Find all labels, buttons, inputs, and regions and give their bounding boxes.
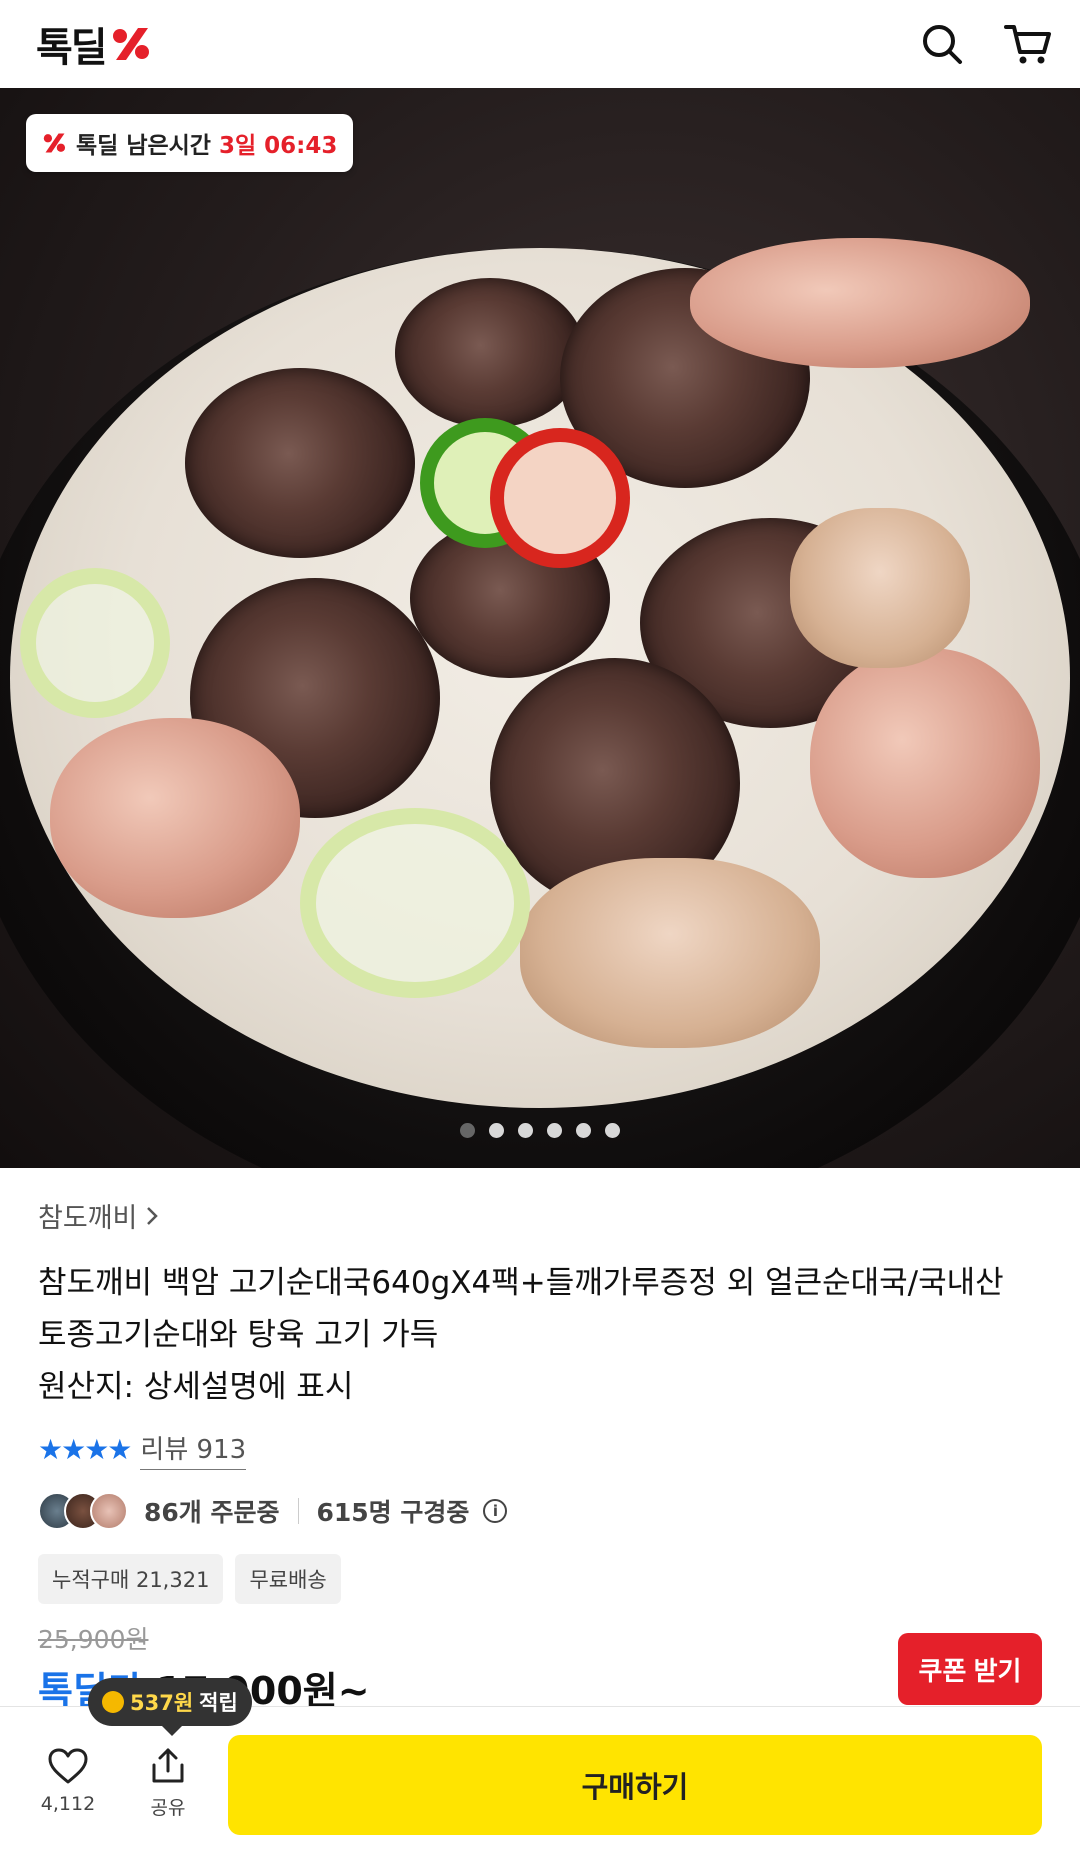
points-tooltip: 537원 적립 — [88, 1678, 252, 1736]
cart-icon[interactable] — [1004, 20, 1052, 68]
carousel-dot[interactable] — [460, 1123, 475, 1138]
buy-button[interactable]: 구매하기 — [228, 1735, 1042, 1835]
tripe-piece — [690, 238, 1030, 368]
logo-percent-icon — [112, 28, 149, 60]
points-amount: 537원 — [130, 1691, 194, 1715]
product-chips: 누적구매 21,321 무료배송 — [38, 1554, 1048, 1604]
browsing-count: 615명 구경중 — [316, 1498, 470, 1527]
meat-slice — [790, 508, 970, 668]
star-rating-icon: ★★★★ — [38, 1433, 132, 1466]
timer-value: 3일 06:43 — [218, 133, 338, 159]
chevron-right-icon — [147, 1206, 159, 1225]
carousel-dot[interactable] — [489, 1123, 504, 1138]
buyer-avatars — [38, 1492, 128, 1530]
review-link[interactable]: 리뷰 913 — [140, 1429, 247, 1470]
red-chili-slice — [490, 428, 630, 568]
product-origin: 원산지: 상세설명에 표시 — [38, 1369, 354, 1405]
brand-link[interactable]: 참도깨비 — [38, 1196, 1048, 1235]
app-header: 톡딜 — [0, 0, 1080, 88]
points-suffix: 적립 — [199, 1691, 238, 1715]
deal-timer-badge: 톡딜 남은시간 3일 06:43 — [26, 114, 354, 172]
rating-row: ★★★★ 리뷰 913 — [38, 1429, 1048, 1470]
social-proof-row: 86개 주문중 615명 구경중 i — [38, 1492, 1048, 1530]
like-button[interactable]: 4,112 — [38, 1747, 98, 1815]
share-label: 공유 — [150, 1797, 186, 1819]
carousel-dot[interactable] — [605, 1123, 620, 1138]
talkdeal-logo[interactable]: 톡딜 — [36, 15, 154, 73]
brand-name: 참도깨비 — [38, 1203, 138, 1234]
talkdeal-percent-icon — [43, 133, 66, 153]
ordering-count: 86개 주문중 — [144, 1498, 280, 1527]
tripe-piece — [810, 648, 1040, 878]
divider — [297, 1498, 299, 1524]
logo-text: 톡딜 — [36, 25, 108, 71]
original-price: 25,900원 — [38, 1625, 149, 1654]
product-title: 참도깨비 백암 고기순대국640gX4팩+들깨가루증정 외 얼큰순대국/국내산 … — [38, 1257, 1048, 1361]
carousel-dot[interactable] — [576, 1123, 591, 1138]
timer-prefix: 톡딜 남은시간 — [76, 133, 211, 159]
coupon-button[interactable]: 쿠폰 받기 — [898, 1633, 1042, 1705]
sundae-slice — [185, 368, 415, 558]
product-image-carousel[interactable] — [0, 88, 1080, 1168]
share-icon — [152, 1748, 184, 1783]
product-info: 참도깨비 참도깨비 백암 고기순대국640gX4팩+들깨가루증정 외 얼큰순대국… — [38, 1196, 1048, 1604]
scallion-slice — [300, 808, 530, 998]
meat-slice — [520, 858, 820, 1048]
free-shipping-chip: 무료배송 — [235, 1554, 341, 1604]
header-actions — [918, 20, 1052, 68]
avatar — [90, 1492, 128, 1530]
product-title-line: 토종고기순대와 탕육 고기 가득 — [38, 1317, 439, 1353]
product-title-line: 참도깨비 백암 고기순대국640gX4팩+들깨가루증정 외 얼큰순대국/국내산 — [38, 1265, 1004, 1301]
scallion-slice — [20, 568, 170, 718]
info-icon[interactable]: i — [483, 1499, 508, 1523]
tripe-piece — [50, 718, 300, 918]
cumulative-purchase-chip: 누적구매 21,321 — [38, 1554, 224, 1604]
share-button[interactable]: 공유 — [138, 1747, 198, 1820]
carousel-dot[interactable] — [518, 1123, 533, 1138]
search-icon[interactable] — [918, 20, 966, 68]
like-count: 4,112 — [40, 1793, 96, 1815]
carousel-indicator — [0, 1123, 1080, 1138]
heart-icon — [48, 1748, 88, 1784]
coin-icon — [102, 1691, 124, 1713]
sundae-slice — [395, 278, 585, 428]
carousel-dot[interactable] — [547, 1123, 562, 1138]
